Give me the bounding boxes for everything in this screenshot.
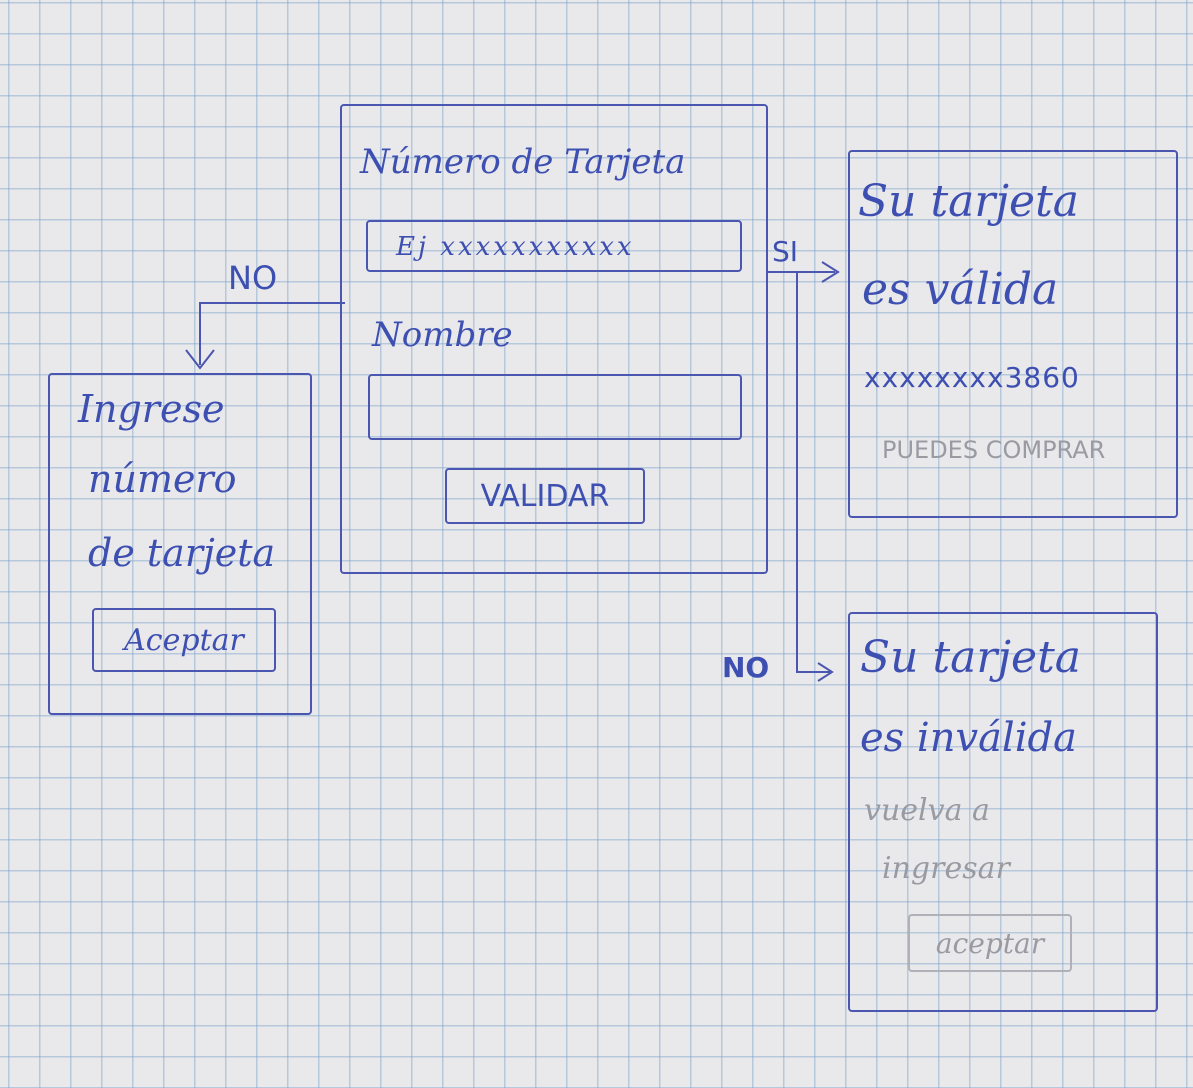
valid-line2: es válida — [862, 264, 1059, 315]
can-buy-message: PUEDES COMPRAR — [882, 436, 1106, 464]
si-branch-label: SI — [772, 235, 799, 268]
no-right-connector — [796, 272, 830, 673]
validate-button[interactable]: VALIDAR — [445, 468, 645, 524]
no-right-branch-label: NO — [722, 651, 770, 684]
card-number-label: Número de Tarjeta — [360, 142, 686, 182]
enter-number-line3: de tarjeta — [88, 531, 276, 575]
accept-button-left[interactable]: Aceptar — [92, 608, 276, 672]
no-left-connector — [199, 302, 345, 365]
masked-card-number: xxxxxxxx3860 — [864, 361, 1080, 394]
card-number-placeholder: Ej xxxxxxxxxxx — [396, 232, 635, 262]
invalid-line3: vuelva a — [864, 793, 990, 828]
card-number-input[interactable]: Ej xxxxxxxxxxx — [366, 220, 742, 272]
invalid-line2: es inválida — [860, 715, 1077, 761]
enter-number-line1: Ingrese — [78, 387, 225, 431]
accept-button-invalid[interactable]: aceptar — [908, 914, 1072, 972]
invalid-line4: ingresar — [882, 851, 1010, 886]
name-label: Nombre — [372, 315, 513, 355]
name-input[interactable] — [368, 374, 742, 440]
enter-number-line2: número — [88, 457, 237, 501]
no-left-branch-label: NO — [228, 259, 278, 297]
valid-line1: Su tarjeta — [858, 176, 1080, 227]
invalid-line1: Su tarjeta — [860, 632, 1082, 683]
